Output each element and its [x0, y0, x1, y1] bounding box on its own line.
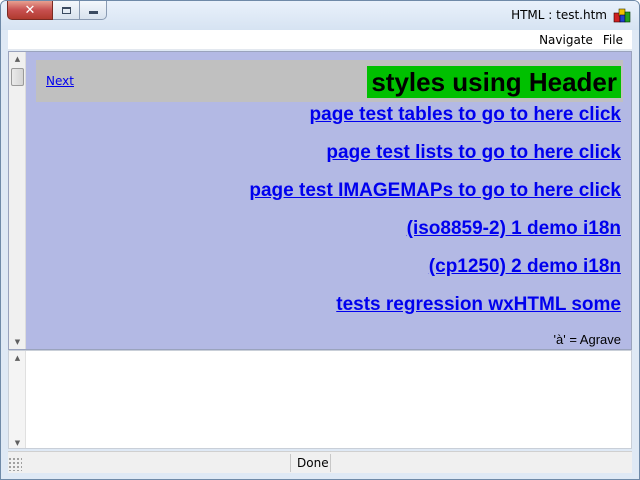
link-lists-test[interactable]: page test lists to go to here click: [249, 140, 621, 178]
menu-bar: Navigate File: [8, 30, 632, 50]
close-icon: ✕: [24, 2, 36, 18]
minimize-icon: [88, 11, 98, 14]
html-view-scrollbar[interactable]: ▲ ▼: [9, 52, 26, 349]
header-table: Next styles using Header: [36, 60, 623, 102]
link-i18n-demo-2[interactable]: (cp1250) 2 demo i18n: [249, 254, 621, 292]
scroll-down-arrow-icon[interactable]: ▼: [9, 335, 26, 349]
window-title: HTML : test.htm: [511, 8, 607, 22]
menu-file[interactable]: File: [598, 30, 628, 50]
link-i18n-demo-1[interactable]: (iso8859-2) 1 demo i18n: [249, 216, 621, 254]
minimize-button[interactable]: [80, 1, 107, 20]
header-title: styles using Header: [367, 66, 621, 98]
status-bar: Done: [8, 451, 632, 473]
scroll-up-arrow-icon[interactable]: ▲: [9, 351, 26, 365]
restore-icon: [61, 6, 71, 14]
next-link[interactable]: Next: [46, 74, 74, 88]
colored-cubes-icon: [613, 8, 631, 23]
app-window: ✕ HTML : test.htm Navigate File ▲ ▼ Next…: [0, 0, 640, 480]
menu-navigate[interactable]: Navigate: [534, 30, 598, 50]
html-view: ▲ ▼ Next styles using Header page test t…: [8, 51, 632, 350]
caption-buttons: ✕: [7, 1, 107, 21]
link-imagemaps-test[interactable]: page test IMAGEMAPs to go to here click: [249, 178, 621, 216]
status-text: Done: [297, 456, 329, 470]
resize-grip-icon[interactable]: [8, 457, 22, 471]
scroll-up-arrow-icon[interactable]: ▲: [9, 52, 26, 66]
agrave-text: 'à' = Agrave: [553, 332, 621, 347]
restore-button[interactable]: [53, 1, 80, 20]
status-separator: [330, 454, 331, 472]
close-button[interactable]: ✕: [7, 1, 53, 20]
scroll-thumb[interactable]: [11, 68, 24, 86]
page-links: page test tables to go to here click pag…: [249, 102, 621, 330]
text-pane[interactable]: ▲ ▼: [8, 350, 632, 449]
scroll-down-arrow-icon[interactable]: ▼: [9, 436, 26, 448]
link-tables-test[interactable]: page test tables to go to here click: [249, 102, 621, 140]
status-separator: [290, 454, 291, 472]
link-regression-tests[interactable]: tests regression wxHTML some: [249, 292, 621, 330]
text-pane-scrollbar[interactable]: ▲ ▼: [9, 351, 26, 448]
title-bar[interactable]: ✕ HTML : test.htm: [1, 1, 639, 30]
